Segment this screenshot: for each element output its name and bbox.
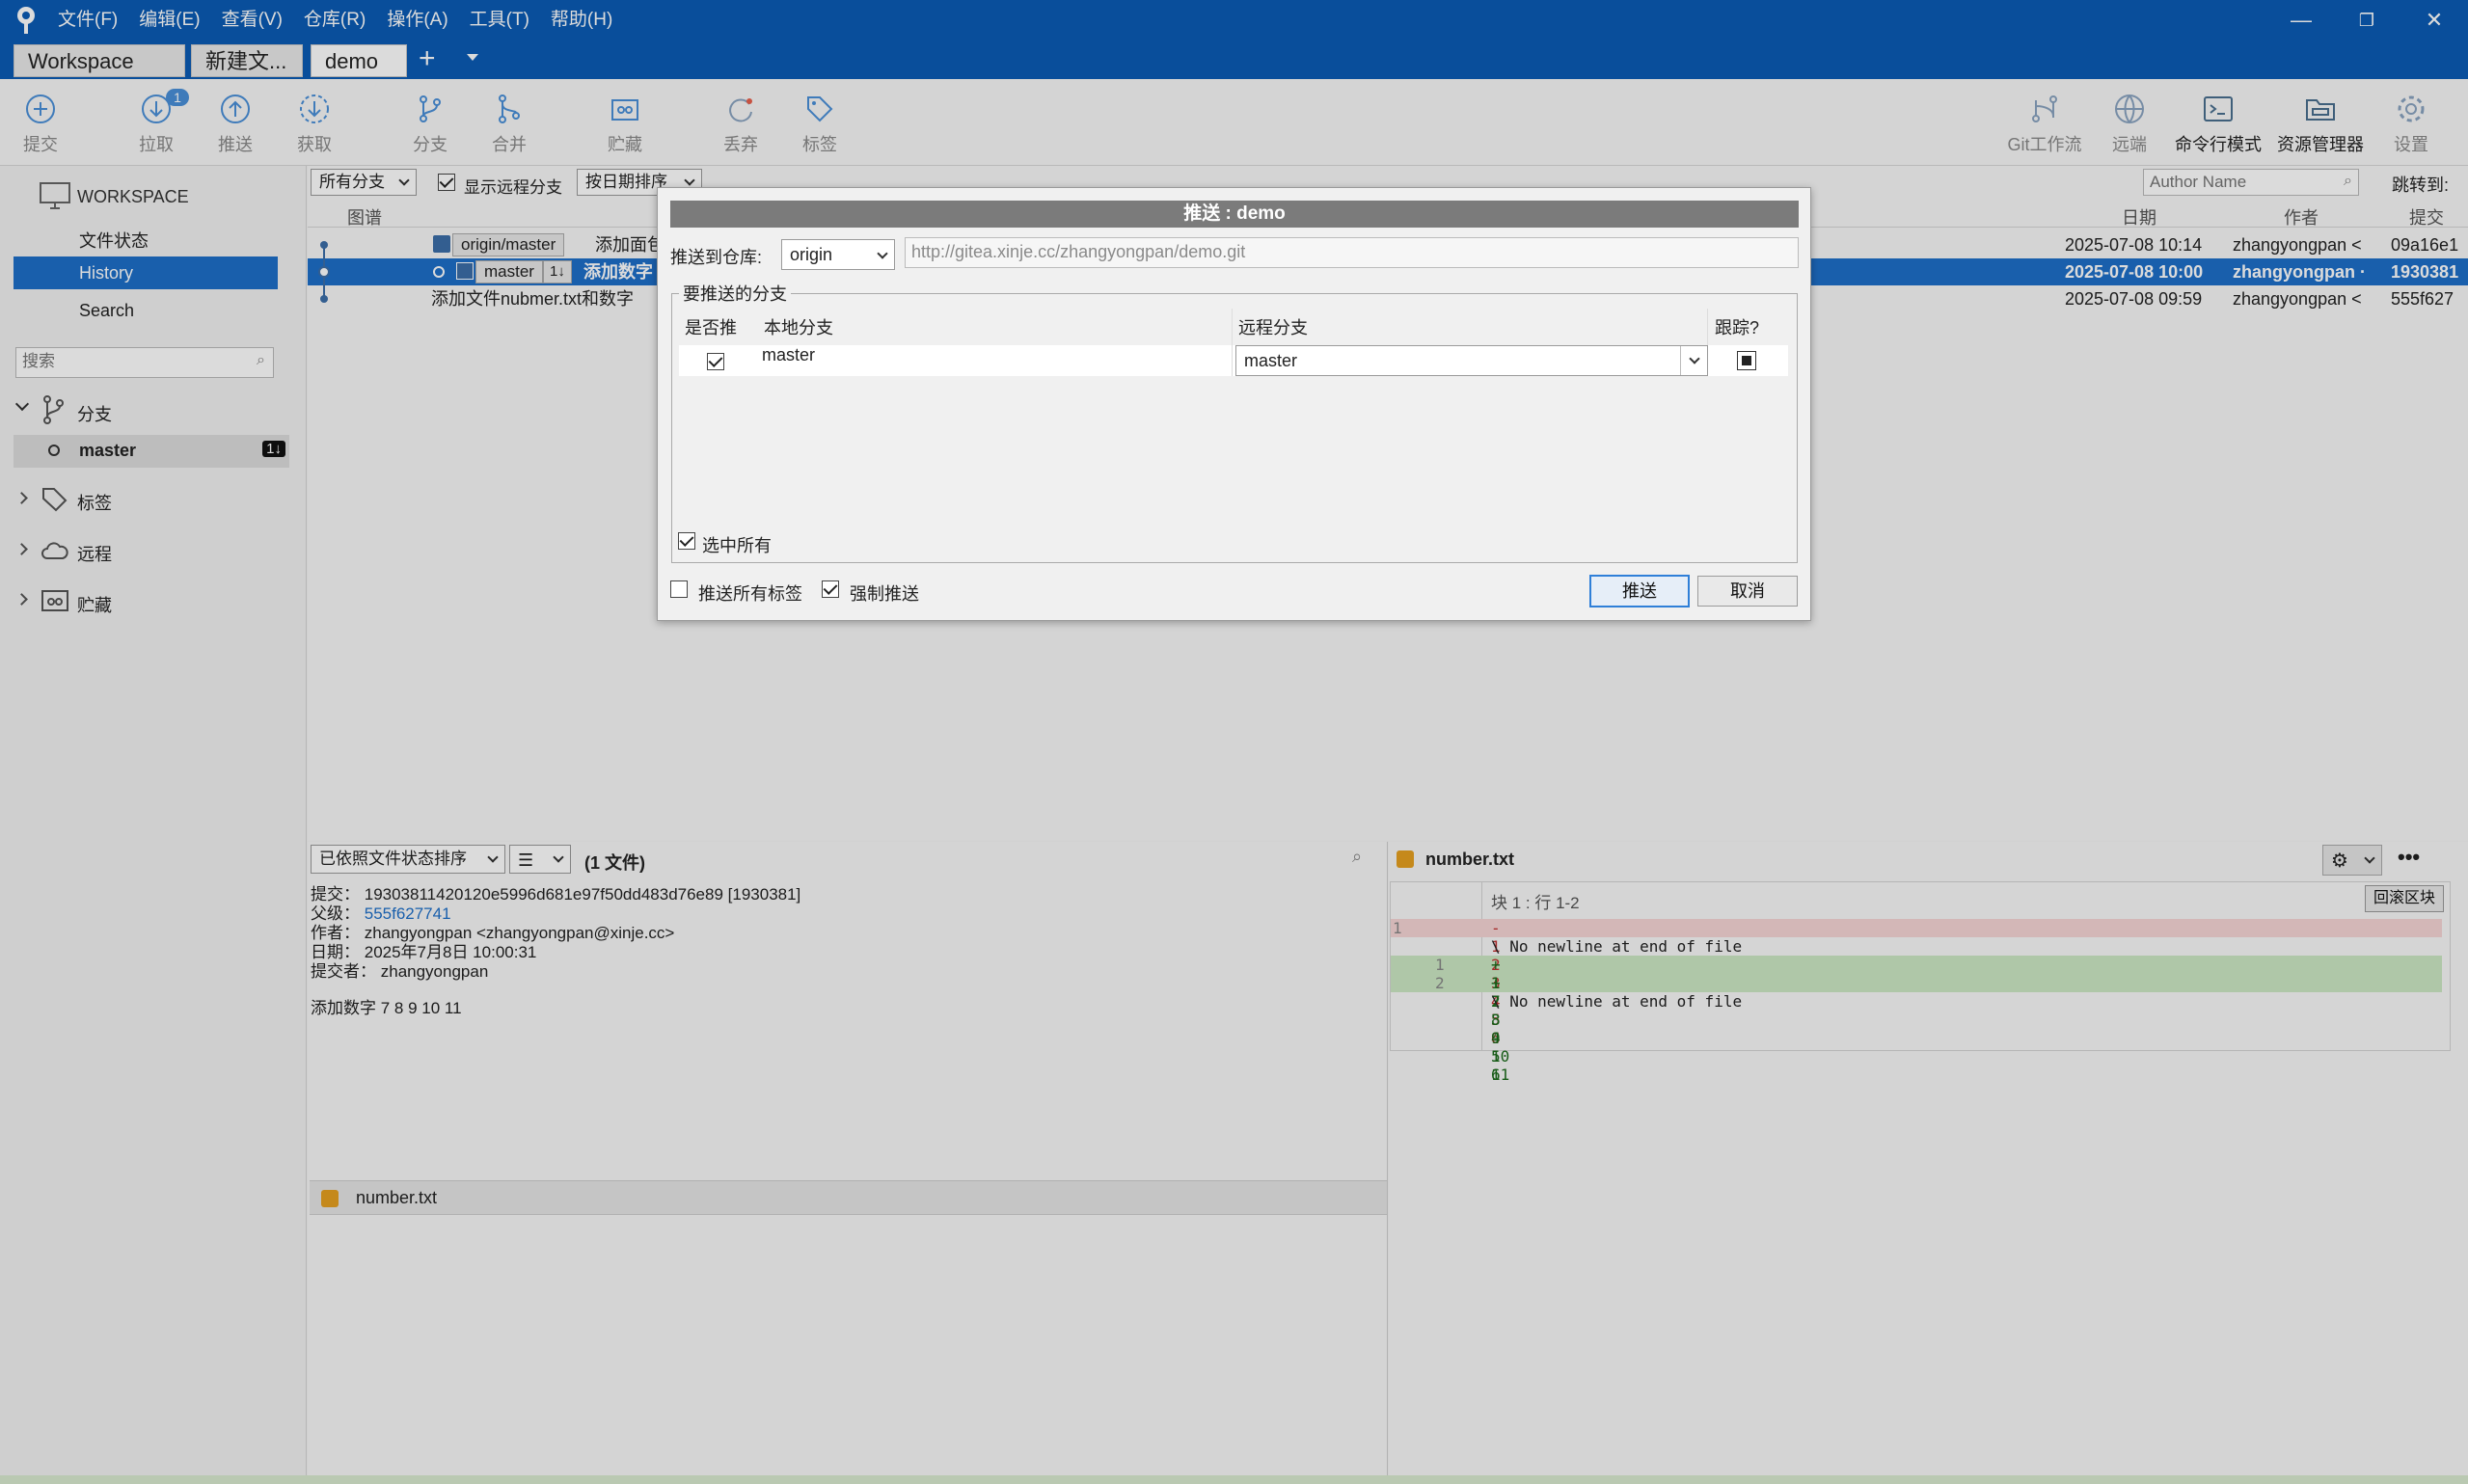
cancel-button[interactable]: 取消 — [1697, 576, 1798, 607]
track-checkbox[interactable] — [1737, 351, 1756, 370]
col-track-header: 跟踪? — [1715, 318, 1760, 337]
force-push-check[interactable] — [822, 580, 839, 598]
branches-group-label: 要推送的分支 — [679, 281, 791, 306]
local-branch-name: master — [762, 345, 816, 364]
dropdown-arrow — [1680, 346, 1707, 375]
force-push-checkbox[interactable]: 强制推送 — [822, 580, 919, 606]
col-divider — [1232, 309, 1233, 376]
select-all-label: 选中所有 — [702, 536, 773, 555]
select-all-check[interactable] — [678, 532, 695, 550]
branches-table — [679, 309, 1788, 501]
push-all-tags-label: 推送所有标签 — [698, 584, 803, 604]
push-all-tags-check[interactable] — [670, 580, 688, 598]
track-checkbox-fill — [1742, 356, 1751, 365]
remote-branch-dropdown[interactable]: master — [1235, 345, 1708, 376]
remote-dropdown[interactable]: origin — [781, 239, 895, 270]
push-branch-checkbox[interactable] — [707, 353, 724, 370]
remote-url-field[interactable]: http://gitea.xinje.cc/zhangyongpan/demo.… — [905, 237, 1799, 268]
col-push-header: 是否推 — [685, 318, 737, 337]
push-all-tags-checkbox[interactable]: 推送所有标签 — [670, 580, 802, 606]
remote-value: origin — [790, 245, 833, 264]
select-all-checkbox[interactable]: 选中所有 — [678, 532, 772, 557]
push-button[interactable]: 推送 — [1589, 575, 1690, 607]
push-to-repo-label: 推送到仓库: — [670, 248, 763, 267]
force-push-label: 强制推送 — [850, 584, 920, 604]
col-local-header: 本地分支 — [764, 318, 833, 337]
remote-branch-value: master — [1244, 351, 1298, 370]
dialog-title: 推送 : demo — [670, 201, 1799, 228]
col-remote-header: 远程分支 — [1238, 318, 1308, 337]
